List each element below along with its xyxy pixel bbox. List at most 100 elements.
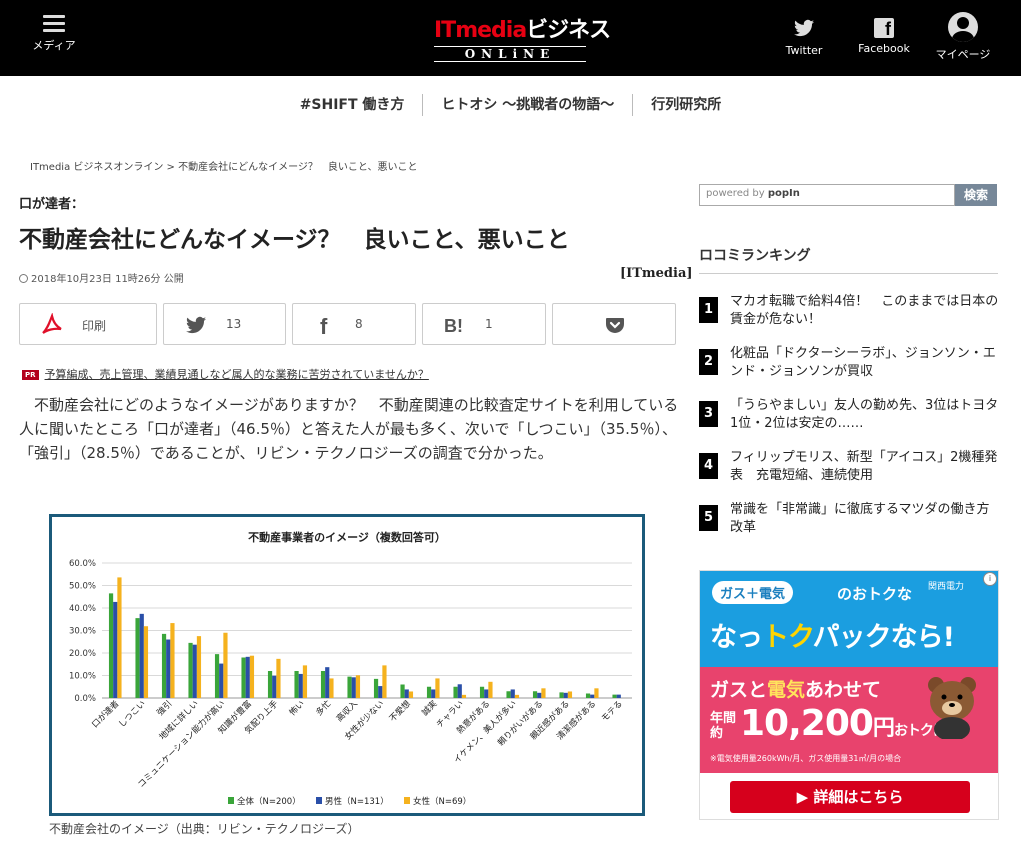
ad-price-value: 10,200 [740, 703, 874, 744]
search-button[interactable]: 検索 [955, 184, 997, 206]
legend-swatch [404, 797, 410, 804]
article-source: [ITmedia] [620, 266, 693, 281]
legend-swatch [228, 797, 234, 804]
mypage-link[interactable]: マイページ [932, 12, 994, 62]
chart-bar [426, 686, 432, 698]
chart-bar [329, 678, 334, 698]
chart-bar [585, 693, 591, 698]
y-tick-label: 0.0% [74, 694, 96, 704]
y-tick-label: 50.0% [69, 582, 96, 592]
ad-nen: 年間約 [710, 711, 737, 741]
nav-item-shift[interactable]: #SHIFT 働き方 [282, 94, 423, 116]
advertisement-banner[interactable]: ガス＋電気 のおトクな 関西電力 なっトクパックなら! ガスと電気あわせて 年間… [699, 570, 999, 820]
chart-bar [408, 691, 414, 698]
site-header: メディア ITmediaビジネス ONLiNE Twitter f Facebo… [0, 0, 1021, 76]
legend-label: 女性（N=69） [413, 796, 471, 807]
ad-price: 10,200円おトクに! [740, 703, 952, 744]
chart-bar [532, 691, 538, 698]
chart-bar [510, 689, 515, 698]
ad-cta-button[interactable]: ▶ 詳細はこちら [730, 781, 970, 813]
x-tick-label: 高収入 [334, 698, 360, 724]
y-tick-label: 10.0% [69, 672, 96, 682]
ranking-number: 1 [699, 297, 718, 323]
ad-gas-pre: ガスと [710, 679, 768, 701]
nav-item-gyoretsu[interactable]: 行列研究所 [632, 94, 739, 116]
twitter-icon [794, 19, 814, 37]
y-tick-label: 30.0% [69, 627, 96, 637]
twitter-link[interactable]: Twitter [782, 12, 826, 57]
x-tick-label: 強引 [155, 698, 175, 718]
breadcrumb[interactable]: ITmedia ビジネスオンライン > 不動産会社にどんなイメージ？ 良いこと、… [30, 158, 418, 173]
nav-item-hitooshi[interactable]: ヒトオシ 〜挑戦者の物語〜 [422, 94, 632, 116]
chart-bar [166, 639, 171, 698]
chart-bar [214, 654, 220, 698]
ranking-item[interactable]: 3 「うらやましい」友人の勤め先、3位はトヨタ 1位・2位は安定の…… [699, 397, 1011, 441]
y-tick-label: 60.0% [69, 559, 96, 569]
chart-bar [272, 675, 277, 698]
x-tick-label: 怖い [287, 698, 307, 718]
site-logo[interactable]: ITmediaビジネス ONLiNE [434, 12, 611, 62]
x-tick-label: モテる [600, 699, 625, 724]
twitter-label: Twitter [785, 44, 823, 57]
y-tick-label: 40.0% [69, 604, 96, 614]
user-icon [948, 12, 978, 42]
pocket-button[interactable] [552, 303, 676, 345]
chart-bar [143, 626, 149, 698]
bar-chart: 不動産事業者のイメージ（複数回答可） 0.0% 10.0% 20.0% 30.0% 40.… [69, 530, 632, 807]
ranking-item[interactable]: 1 マカオ転職で給料4倍！ このままでは日本の賃金が危ない！ [699, 293, 999, 337]
ad-top: ガス＋電気 のおトクな 関西電力 なっトクパックなら! [700, 571, 998, 667]
tweet-button[interactable]: 13 [163, 303, 286, 345]
search-powered-by: powered by [706, 188, 765, 199]
chart-bar [108, 593, 114, 698]
ranking-item[interactable]: 4 フィリップモリス、新型「アイコス」2機種発表 充電短縮、連続使用 [699, 449, 999, 493]
pr-badge: PR [22, 370, 39, 380]
ranking-link[interactable]: マカオ転職で給料4倍！ このままでは日本の賃金が危ない！ [730, 293, 999, 329]
legend-swatch [316, 797, 322, 804]
chart-bar [241, 657, 246, 698]
chart-bar [567, 691, 573, 698]
article-figure[interactable]: 不動産事業者のイメージ（複数回答可） 0.0% 10.0% 20.0% 30.0% 40.… [49, 514, 645, 816]
chart-bar [219, 663, 224, 698]
chart-bar [135, 618, 140, 698]
chart-bar [541, 688, 546, 698]
ranking-item[interactable]: 2 化粧品「ドクターシーラボ」、ジョンソン・エンド・ジョンソンが買収 [699, 345, 999, 389]
print-button[interactable]: 印刷 [19, 303, 157, 345]
chart-bar [612, 694, 617, 698]
ad-headline-post: パックなら! [812, 622, 955, 653]
category-nav: #SHIFT 働き方 ヒトオシ 〜挑戦者の物語〜 行列研究所 [0, 94, 1021, 120]
ad-headline-tk: トク [762, 622, 814, 653]
chart-bar [514, 694, 520, 698]
chart-bar [117, 577, 122, 698]
media-menu-button[interactable]: メディア [30, 12, 78, 53]
facebook-label: Facebook [858, 42, 910, 55]
pr-link[interactable]: 予算編成、売上管理、業績見通しなど属人的な業務に苦労されていませんか？ [45, 368, 429, 381]
hatena-count: 1 [485, 317, 493, 331]
ranking-item[interactable]: 5 常識を「非常識」に徹底するマツダの働き方改革 [699, 501, 999, 545]
ranking-link[interactable]: 「うらやましい」友人の勤め先、3位はトヨタ 1位・2位は安定の…… [730, 397, 1011, 433]
svg-text:f: f [320, 314, 328, 337]
ranking-number: 4 [699, 453, 718, 479]
bear-mascot-icon [928, 677, 976, 739]
hatena-icon: B! [444, 316, 463, 336]
ad-info-icon[interactable]: i [983, 572, 997, 586]
ranking-link[interactable]: 常識を「非常識」に徹底するマツダの働き方改革 [730, 501, 999, 537]
ad-gas-text: ガスと電気あわせて [710, 675, 881, 702]
hatena-bookmark-button[interactable]: B! 1 [422, 303, 546, 345]
facebook-share-button[interactable]: f 8 [292, 303, 416, 345]
ad-price-yen: 円 [872, 716, 895, 741]
chart-bar [400, 684, 405, 698]
ad-middle: ガスと電気あわせて 年間約 10,200円おトクに! ※電気使用量260kWh/… [700, 667, 998, 773]
chart-bar [457, 684, 462, 698]
search-input[interactable]: powered by popIn [699, 184, 955, 206]
chart-bar [488, 681, 493, 698]
chart-bar [192, 644, 197, 698]
ad-note: ※電気使用量260kWh/月、ガス使用量31㎥/月の場合 [710, 754, 902, 763]
chart-bar [594, 688, 599, 698]
ranking-link[interactable]: フィリップモリス、新型「アイコス」2機種発表 充電短縮、連続使用 [730, 449, 999, 485]
facebook-link[interactable]: f Facebook [856, 12, 912, 55]
ranking-link[interactable]: 化粧品「ドクターシーラボ」、ジョンソン・エンド・ジョンソンが買収 [730, 345, 999, 381]
chart-bar [537, 692, 542, 698]
chart-bar [435, 678, 440, 698]
chart-bar [351, 677, 356, 698]
chart-bar [325, 667, 330, 698]
